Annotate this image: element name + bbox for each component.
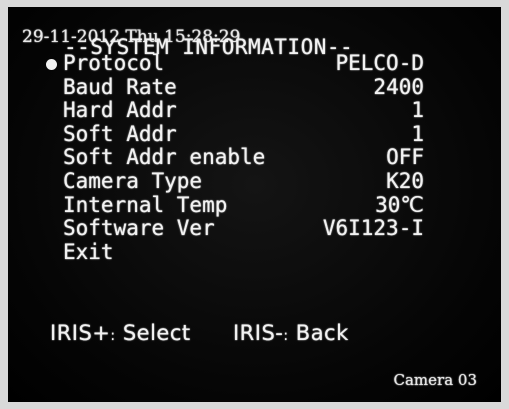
menu-item-label: Hard Addr bbox=[63, 98, 177, 123]
menu-item-value: PELCO-D bbox=[335, 51, 424, 75]
menu-item-soft-addr[interactable]: Soft Addr 1 bbox=[46, 121, 424, 147]
menu-item-value: K20 bbox=[386, 168, 424, 193]
camera-screen: 29-11-2012 Thu 15:28:29 --SYSTEM INFORMA… bbox=[8, 7, 501, 402]
menu-item-value: 1 bbox=[411, 121, 424, 146]
menu-item-value: 2400 bbox=[373, 74, 424, 99]
menu-item-hard-addr[interactable]: Hard Addr 1 bbox=[46, 99, 424, 123]
menu-item-software-ver[interactable]: Software Ver V6I123-I bbox=[46, 217, 424, 241]
back-key-sep: : bbox=[283, 328, 289, 344]
menu-item-baud-rate[interactable]: Baud Rate 2400 bbox=[46, 74, 424, 100]
menu-item-label: Baud Rate bbox=[63, 74, 177, 99]
menu-item-value: 30℃ bbox=[375, 192, 424, 217]
select-key-sep: : bbox=[110, 328, 116, 344]
menu-item-camera-type[interactable]: Camera Type K20 bbox=[46, 168, 424, 194]
menu-item-label: Protocol bbox=[63, 51, 165, 75]
menu-item-internal-temp[interactable]: Internal Temp 30℃ bbox=[46, 192, 424, 218]
bullet-icon bbox=[46, 59, 57, 70]
menu-item-value: 1 bbox=[411, 98, 424, 123]
menu-item-label: Software Ver bbox=[63, 216, 215, 241]
menu-item-value: OFF bbox=[386, 145, 424, 170]
menu-item-protocol[interactable]: Protocol PELCO-D bbox=[46, 51, 424, 76]
menu-item-value: V6I123-I bbox=[322, 216, 424, 241]
menu-item-exit[interactable]: Exit bbox=[46, 239, 424, 265]
menu-item-soft-addr-enable[interactable]: Soft Addr enable OFF bbox=[46, 146, 424, 170]
select-action-label: Select bbox=[122, 321, 191, 345]
menu-item-label: Internal Temp bbox=[63, 192, 228, 217]
camera-label: Camera 03 bbox=[393, 371, 478, 389]
menu-item-label: Soft Addr enable bbox=[63, 145, 266, 170]
menu-item-label: Camera Type bbox=[63, 168, 203, 193]
back-key-label: IRIS- bbox=[232, 321, 284, 345]
key-hints: IRIS+: Select IRIS-: Back bbox=[50, 321, 349, 345]
menu-item-label: Exit bbox=[63, 239, 114, 264]
osd-menu: Protocol PELCO-D Baud Rate 2400 Hard Add… bbox=[46, 51, 424, 265]
menu-item-label: Soft Addr bbox=[63, 121, 177, 146]
select-key-label: IRIS+ bbox=[50, 321, 111, 345]
back-action-label: Back bbox=[295, 321, 349, 345]
